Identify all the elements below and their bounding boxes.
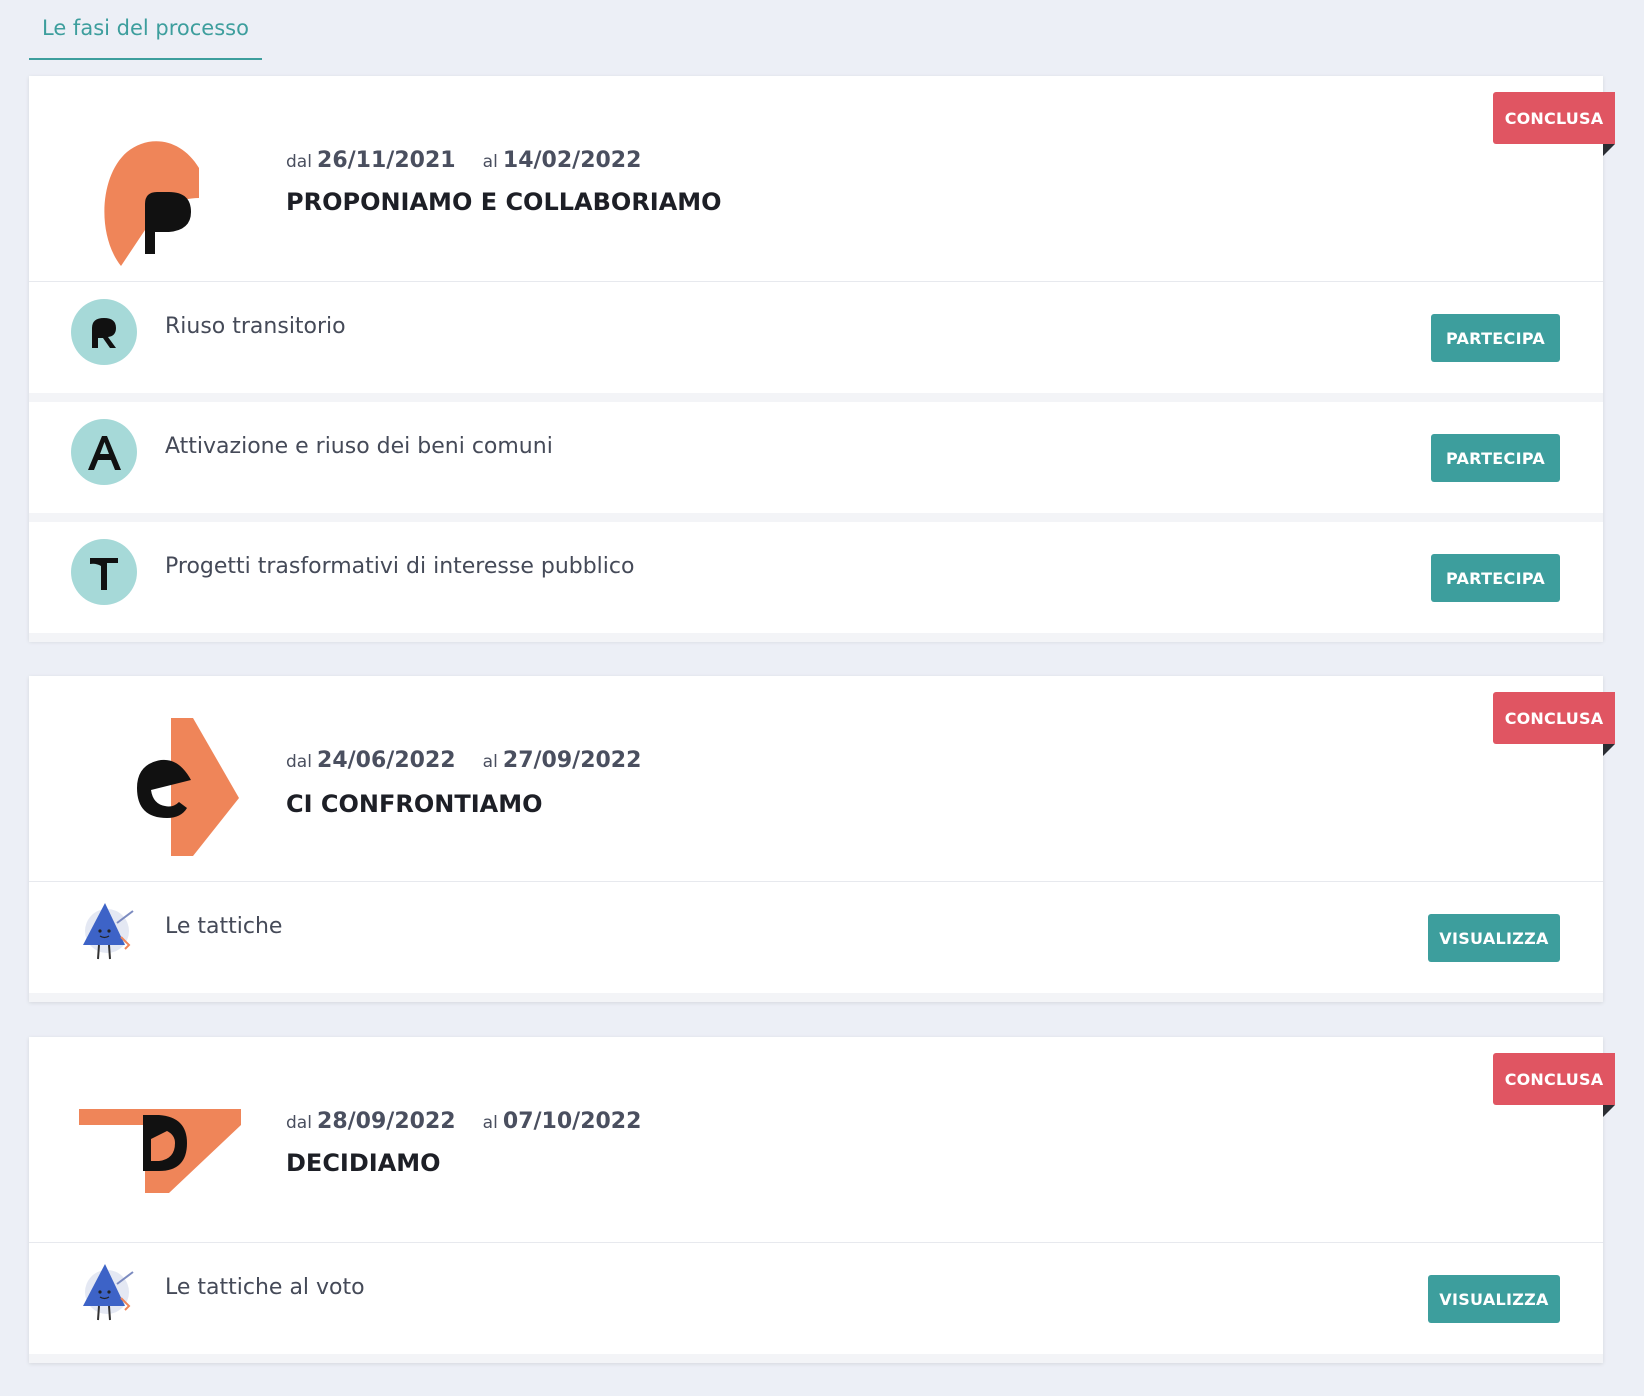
status-badge: CONCLUSA	[1493, 692, 1615, 756]
date-from: 26/11/2021	[317, 148, 456, 173]
list-item: Riuso transitorio PARTECIPA	[29, 282, 1603, 402]
phase-title: DECIDIAMO	[286, 1149, 441, 1177]
status-badge: CONCLUSA	[1493, 1053, 1615, 1117]
phase-p-icon	[79, 116, 259, 266]
letter-a-icon	[71, 419, 137, 485]
partecipa-button[interactable]: PARTECIPA	[1431, 554, 1560, 602]
phases-tabbar: Le fasi del processo	[29, 0, 262, 60]
tab-fasi-del-processo[interactable]: Le fasi del processo	[29, 0, 262, 60]
phase-dates: dal 28/09/2022 al 07/10/2022	[286, 1109, 663, 1134]
mascot-icon	[71, 1260, 137, 1326]
date-from: 28/09/2022	[317, 1109, 456, 1134]
list-item: Attivazione e riuso dei beni comuni PART…	[29, 402, 1603, 522]
date-to-prefix: al	[482, 1113, 498, 1133]
list-item: Le tattiche VISUALIZZA	[29, 882, 1603, 1002]
phase-header: dal 28/09/2022 al 07/10/2022 DECIDIAMO C…	[29, 1037, 1615, 1243]
date-to: 27/09/2022	[502, 748, 642, 773]
partecipa-button[interactable]: PARTECIPA	[1431, 314, 1560, 362]
date-to: 07/10/2022	[502, 1109, 642, 1134]
mascot-icon	[71, 899, 137, 965]
phase-d-icon	[79, 1077, 259, 1227]
status-badge: CONCLUSA	[1493, 92, 1615, 156]
date-from-prefix: dal	[286, 752, 312, 772]
phase-card: dal 28/09/2022 al 07/10/2022 DECIDIAMO C…	[29, 1037, 1615, 1363]
phase-c-icon	[79, 716, 259, 866]
item-label: Le tattiche	[165, 914, 283, 939]
item-label: Attivazione e riuso dei beni comuni	[165, 434, 553, 459]
item-label: Progetti trasformativi di interesse pubb…	[165, 554, 635, 579]
visualizza-button[interactable]: VISUALIZZA	[1428, 1275, 1560, 1323]
phase-header: dal 26/11/2021 al 14/02/2022 PROPONIAMO …	[29, 76, 1615, 282]
list-item: Le tattiche al voto VISUALIZZA	[29, 1243, 1603, 1363]
phase-title: PROPONIAMO E COLLABORIAMO	[286, 188, 722, 216]
item-label: Le tattiche al voto	[165, 1275, 365, 1300]
partecipa-button[interactable]: PARTECIPA	[1431, 434, 1560, 482]
visualizza-button[interactable]: VISUALIZZA	[1428, 914, 1560, 962]
item-label: Riuso transitorio	[165, 314, 346, 339]
date-to-prefix: al	[482, 152, 498, 172]
date-to: 14/02/2022	[502, 148, 642, 173]
phase-card: dal 26/11/2021 al 14/02/2022 PROPONIAMO …	[29, 76, 1615, 642]
phase-card: dal 24/06/2022 al 27/09/2022 CI CONFRONT…	[29, 676, 1615, 1002]
letter-t-icon	[71, 539, 137, 605]
date-from: 24/06/2022	[317, 748, 456, 773]
letter-r-icon	[71, 299, 137, 365]
date-to-prefix: al	[482, 752, 498, 772]
date-from-prefix: dal	[286, 152, 312, 172]
phase-dates: dal 26/11/2021 al 14/02/2022	[286, 148, 663, 173]
list-item: Progetti trasformativi di interesse pubb…	[29, 522, 1603, 642]
date-from-prefix: dal	[286, 1113, 312, 1133]
phase-title: CI CONFRONTIAMO	[286, 790, 543, 818]
phase-header: dal 24/06/2022 al 27/09/2022 CI CONFRONT…	[29, 676, 1615, 882]
phase-dates: dal 24/06/2022 al 27/09/2022	[286, 748, 663, 773]
